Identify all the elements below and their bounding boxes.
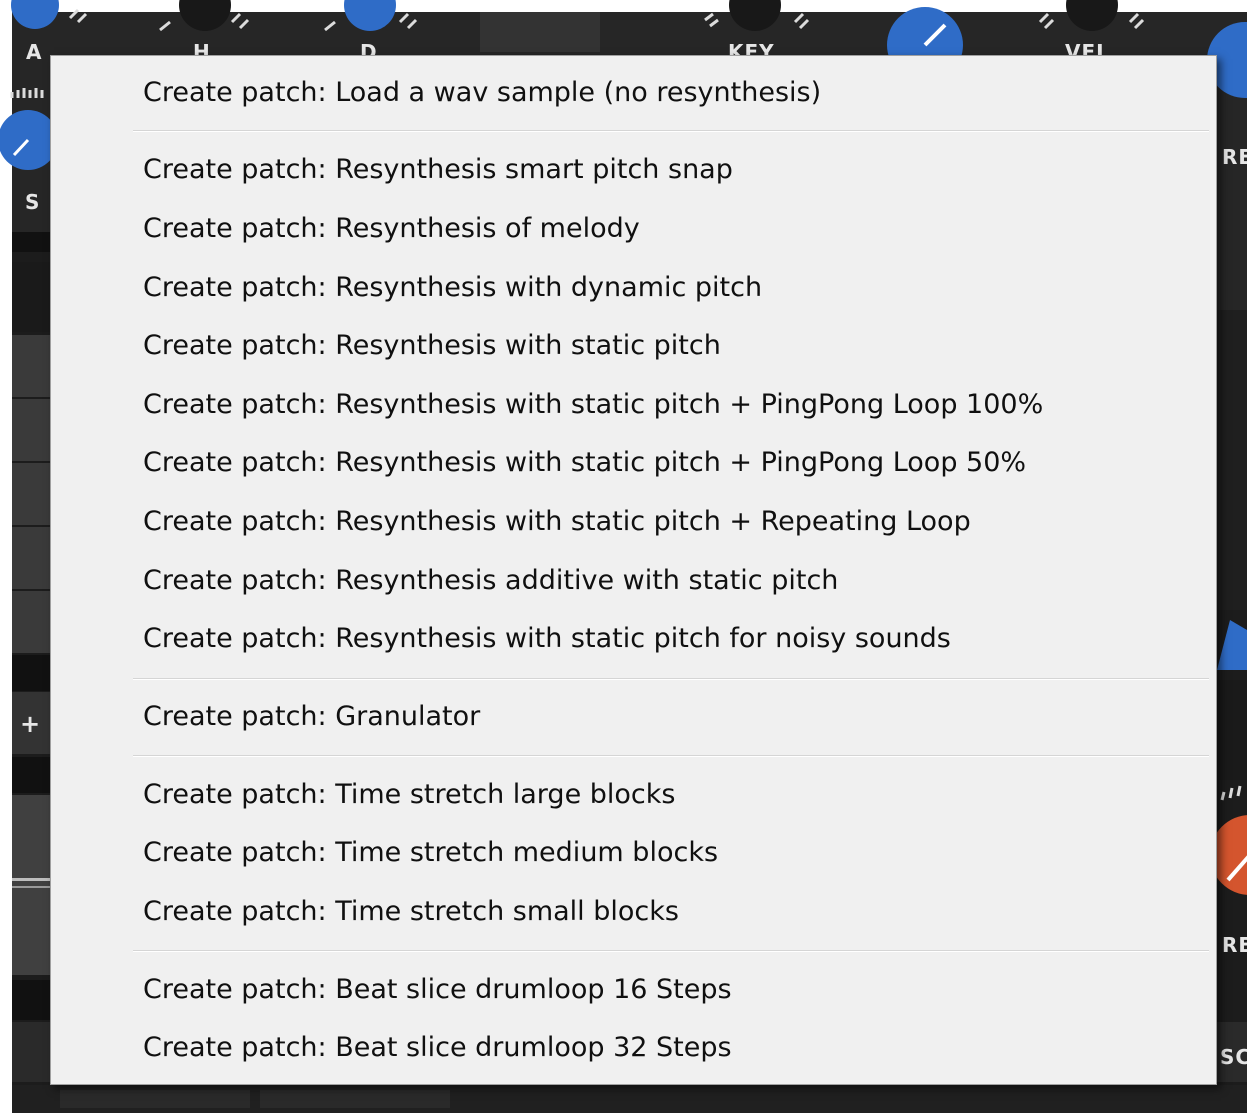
label-sc: SC (1220, 1045, 1247, 1069)
menu-item-resynthesis-additive[interactable]: Create patch: Resynthesis additive with … (143, 555, 838, 607)
menu-item-resynthesis-pingpong-50[interactable]: Create patch: Resynthesis with static pi… (143, 437, 1026, 489)
menu-item-resynthesis-pingpong-100[interactable]: Create patch: Resynthesis with static pi… (143, 379, 1043, 431)
menu-item-granulator[interactable]: Create patch: Granulator (143, 691, 480, 743)
knob-label-a: A (26, 40, 43, 64)
menu-item-beat-slice-32[interactable]: Create patch: Beat slice drumloop 32 Ste… (143, 1022, 732, 1074)
menu-item-resynthesis-noisy-sounds[interactable]: Create patch: Resynthesis with static pi… (143, 613, 951, 665)
add-icon[interactable]: + (20, 710, 41, 738)
menu-item-resynthesis-smart-pitch-snap[interactable]: Create patch: Resynthesis smart pitch sn… (143, 144, 733, 196)
menu-item-time-stretch-medium[interactable]: Create patch: Time stretch medium blocks (143, 827, 718, 879)
knob-label-re-bottom: RE (1222, 933, 1247, 957)
menu-item-time-stretch-large[interactable]: Create patch: Time stretch large blocks (143, 769, 675, 821)
menu-separator (133, 130, 1209, 132)
menu-item-time-stretch-small[interactable]: Create patch: Time stretch small blocks (143, 886, 679, 938)
create-patch-context-menu: Create patch: Load a wav sample (no resy… (50, 55, 1217, 1085)
menu-item-load-wav-sample[interactable]: Create patch: Load a wav sample (no resy… (143, 67, 821, 119)
menu-item-beat-slice-16[interactable]: Create patch: Beat slice drumloop 16 Ste… (143, 964, 732, 1016)
menu-item-resynthesis-of-melody[interactable]: Create patch: Resynthesis of melody (143, 203, 640, 255)
menu-separator (133, 950, 1209, 952)
menu-item-resynthesis-dynamic-pitch[interactable]: Create patch: Resynthesis with dynamic p… (143, 262, 762, 314)
menu-item-resynthesis-repeating-loop[interactable]: Create patch: Resynthesis with static pi… (143, 496, 971, 548)
menu-separator (133, 678, 1209, 680)
menu-item-resynthesis-static-pitch[interactable]: Create patch: Resynthesis with static pi… (143, 320, 721, 372)
knob-label-re-top: RE (1222, 145, 1247, 169)
menu-separator (133, 755, 1209, 757)
knob-label-s: S (25, 190, 41, 214)
